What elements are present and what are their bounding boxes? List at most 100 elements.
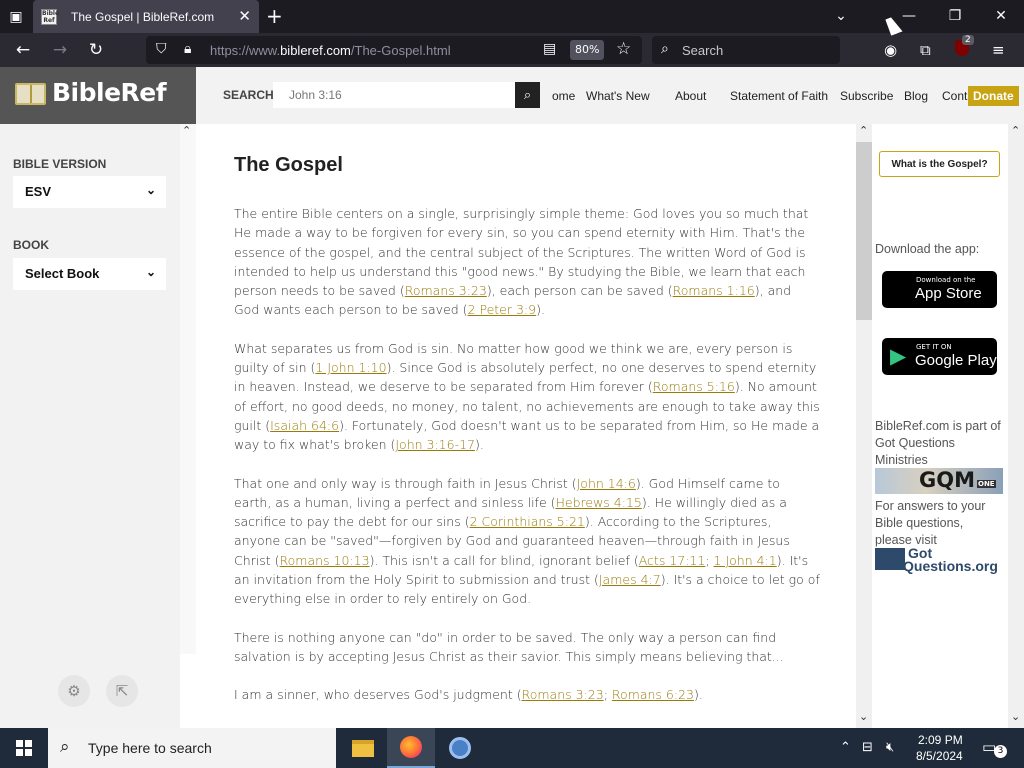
app-store-text: App Store bbox=[915, 285, 982, 302]
scroll-down-arrow-icon[interactable]: ⌄ bbox=[859, 710, 868, 723]
left-sidebar-scrollbar[interactable]: ⌃ bbox=[180, 124, 196, 654]
nav-about[interactable]: About bbox=[675, 89, 709, 103]
book-value: Select Book bbox=[25, 266, 100, 281]
page-scrollbar[interactable]: ⌃ ⌄ bbox=[1008, 124, 1024, 728]
scripture-link[interactable]: 1 John 4:1 bbox=[714, 553, 777, 568]
hamburger-menu-icon[interactable]: ≡ bbox=[992, 41, 1005, 59]
scroll-up-arrow-icon[interactable]: ⌃ bbox=[182, 124, 191, 137]
scripture-link[interactable]: Acts 17:11 bbox=[639, 553, 706, 568]
url-bar[interactable]: ⛉ 🔒︎ https://www.bibleref.com/The-Gospel… bbox=[146, 36, 642, 64]
site-search-label: SEARCH bbox=[223, 88, 274, 102]
nav-home[interactable]: ome bbox=[552, 89, 586, 103]
clock-time[interactable]: 2:09 PM bbox=[918, 733, 963, 747]
app-store-badge[interactable]: Download on the App Store bbox=[882, 271, 997, 308]
scripture-link[interactable]: Romans 3:23 bbox=[405, 283, 487, 298]
scripture-link[interactable]: Hebrews 4:15 bbox=[555, 495, 641, 510]
tracking-shield-icon[interactable]: ⛉ bbox=[156, 41, 167, 57]
scripture-link[interactable]: Isaiah 64:6 bbox=[270, 418, 339, 433]
browser-search-placeholder: Search bbox=[682, 43, 724, 58]
browser-search-bar[interactable]: ⌕ Search bbox=[652, 36, 840, 64]
lock-icon[interactable]: 🔒︎ bbox=[184, 41, 191, 57]
right-sidebar: What is the Gospel? Download the app: Do… bbox=[872, 124, 1008, 728]
scripture-link[interactable]: Romans 6:23 bbox=[612, 687, 694, 702]
scripture-link[interactable]: Romans 5:16 bbox=[653, 379, 735, 394]
chevron-down-icon: ⌄ bbox=[145, 183, 156, 197]
file-explorer-taskbar-button[interactable] bbox=[339, 728, 387, 768]
forward-arrow-icon[interactable]: → bbox=[47, 38, 73, 62]
got-questions-logo[interactable]: Got Questions.org bbox=[875, 546, 1005, 576]
article-paragraph: The entire Bible centers on a single, su… bbox=[234, 204, 820, 320]
bibleref-favicon-icon: Bible Ref bbox=[41, 8, 60, 25]
donate-button[interactable]: Donate bbox=[968, 86, 1019, 106]
browser-tab-bar: ▣ Bible Ref The Gospel | BibleRef.com ✕ … bbox=[0, 0, 1024, 33]
firefox-taskbar-button[interactable] bbox=[387, 728, 435, 768]
scripture-link[interactable]: 2 Corinthians 5:21 bbox=[470, 514, 585, 529]
scripture-link[interactable]: James 4:7 bbox=[599, 572, 661, 587]
tab-list-icon[interactable]: ▣ bbox=[6, 7, 26, 27]
close-tab-icon[interactable]: ✕ bbox=[238, 8, 251, 24]
nav-blog[interactable]: Blog bbox=[904, 89, 942, 103]
scripture-link[interactable]: 2 Peter 3:9 bbox=[468, 302, 537, 317]
notification-count-badge: 3 bbox=[994, 745, 1007, 758]
scripture-link[interactable]: 1 John 1:10 bbox=[315, 360, 386, 375]
browser-tab-active[interactable]: Bible Ref The Gospel | BibleRef.com ✕ bbox=[33, 0, 259, 33]
zoom-level-badge[interactable]: 80% bbox=[570, 40, 605, 60]
article-text: ), each person can be saved ( bbox=[486, 283, 673, 299]
settings-gear-icon[interactable]: ⚙ bbox=[58, 675, 90, 707]
volume-muted-icon[interactable]: 🔇︎ bbox=[886, 740, 894, 755]
taskbar-search-placeholder: Type here to search bbox=[88, 740, 212, 756]
nav-statement-of-faith[interactable]: Statement of Faith bbox=[730, 89, 840, 103]
bibleref-logo[interactable]: BibleRef bbox=[0, 67, 196, 124]
scripture-link[interactable]: Romans 3:23 bbox=[522, 687, 604, 702]
main-scrollbar-thumb[interactable] bbox=[856, 142, 872, 320]
left-sidebar: BIBLE VERSION ESV ⌄ BOOK Select Book ⌄ bbox=[0, 124, 180, 728]
show-hidden-icons-chevron-icon[interactable]: ⌃ bbox=[840, 740, 851, 755]
firefox-icon bbox=[400, 736, 422, 758]
new-tab-icon[interactable]: + bbox=[266, 5, 283, 27]
close-window-icon[interactable]: ✕ bbox=[986, 4, 1016, 28]
reload-icon[interactable]: ↻ bbox=[83, 38, 109, 62]
scripture-link[interactable]: John 3:16-17 bbox=[395, 437, 475, 452]
google-play-badge[interactable]: ▶ GET IT ON Google Play bbox=[882, 338, 997, 375]
site-search-button[interactable]: ⌕ bbox=[515, 82, 540, 108]
nav-whats-new[interactable]: What's New bbox=[586, 89, 675, 103]
url-text[interactable]: https://www.bibleref.com/The-Gospel.html bbox=[210, 43, 451, 58]
scroll-up-arrow-icon[interactable]: ⌃ bbox=[859, 124, 868, 137]
scripture-link[interactable]: Romans 1:16 bbox=[673, 283, 755, 298]
share-icon[interactable]: ⇱ bbox=[106, 675, 138, 707]
reader-view-icon[interactable]: ▤ bbox=[543, 41, 556, 57]
back-arrow-icon[interactable]: ← bbox=[10, 38, 36, 62]
list-all-tabs-chevron-icon[interactable]: ⌄ bbox=[826, 4, 856, 28]
site-header: BibleRef SEARCH ⌕ ome What's New About S… bbox=[0, 67, 1024, 124]
clock-date[interactable]: 8/5/2024 bbox=[916, 749, 963, 763]
scripture-link[interactable]: John 14:6 bbox=[577, 476, 636, 491]
start-button[interactable] bbox=[0, 728, 48, 768]
restore-window-icon[interactable]: ❐ bbox=[940, 4, 970, 28]
account-icon[interactable]: ◉ bbox=[884, 41, 897, 59]
scroll-up-arrow-icon[interactable]: ⌃ bbox=[1011, 124, 1020, 137]
bookmark-star-icon[interactable]: ☆ bbox=[616, 39, 631, 59]
article-paragraph: There is nothing anyone can "do" in orde… bbox=[234, 628, 820, 667]
bible-version-select[interactable]: ESV ⌄ bbox=[13, 176, 166, 208]
search-icon: ⌕ bbox=[523, 87, 532, 103]
gqm-one-banner[interactable]: GQM ONE bbox=[875, 468, 1003, 494]
nav-subscribe[interactable]: Subscribe bbox=[840, 89, 904, 103]
network-icon[interactable]: ⊟ bbox=[862, 740, 873, 755]
search-icon: ⌕ bbox=[661, 41, 669, 57]
main-scrollbar[interactable]: ⌃ ⌄ bbox=[856, 124, 872, 728]
chrome-taskbar-button[interactable] bbox=[436, 728, 484, 768]
scroll-down-arrow-icon[interactable]: ⌄ bbox=[1011, 710, 1020, 723]
what-is-the-gospel-button[interactable]: What is the Gospel? bbox=[879, 151, 1000, 177]
scripture-link[interactable]: Romans 10:13 bbox=[280, 553, 370, 568]
taskbar-search-box[interactable]: ⌕ Type here to search bbox=[48, 728, 336, 768]
site-search-input[interactable] bbox=[273, 82, 515, 108]
article-text: ). This isn't a call for blind, ignorant… bbox=[369, 552, 639, 568]
browser-nav-bar: ← → ↻ ⛉ 🔒︎ https://www.bibleref.com/The-… bbox=[0, 33, 1024, 67]
book-select[interactable]: Select Book ⌄ bbox=[13, 258, 166, 290]
article-text: ). bbox=[693, 687, 703, 703]
logo-text: BibleRef bbox=[52, 78, 167, 107]
google-play-small-text: GET IT ON bbox=[916, 343, 952, 351]
extensions-puzzle-icon[interactable]: ⧉ bbox=[920, 41, 931, 59]
main-content: The Gospel The entire Bible centers on a… bbox=[196, 124, 856, 728]
site-nav: ome What's New About Statement of Faith … bbox=[552, 89, 988, 103]
